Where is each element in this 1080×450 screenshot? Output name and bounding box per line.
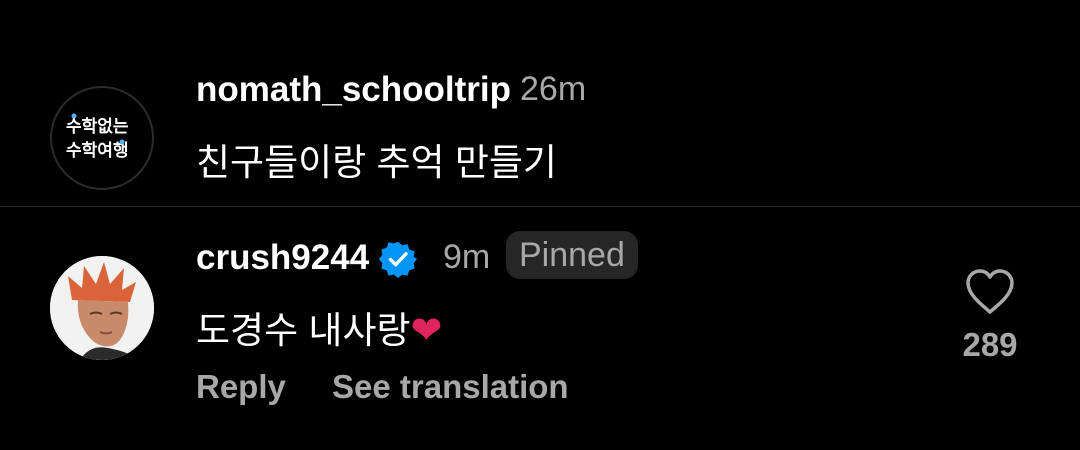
caption-avatar[interactable]: 수학없는 수학여행 xyxy=(50,86,154,190)
divider xyxy=(0,206,1080,207)
comment-text: 도경수 내사랑 xyxy=(196,310,411,351)
profile-photo-icon xyxy=(50,256,154,360)
reply-button[interactable]: Reply xyxy=(196,368,286,406)
heart-outline-icon[interactable] xyxy=(964,268,1016,316)
caption-row: 수학없는 수학여행 nomath_schooltrip 26m 친구들이랑 추억… xyxy=(0,0,1080,206)
nomath-logo-icon: 수학없는 수학여행 xyxy=(66,113,129,161)
caption-username[interactable]: nomath_schooltrip xyxy=(196,70,511,110)
logo-line-1: 수학없는 xyxy=(66,117,129,137)
comment-avatar[interactable] xyxy=(50,256,154,360)
comment-text-row: 도경수 내사랑❤ xyxy=(196,300,442,354)
comment-username[interactable]: crush9244 xyxy=(196,238,369,278)
logo-line-2: 수학여행 xyxy=(66,141,129,161)
red-heart-emoji-icon: ❤ xyxy=(410,310,443,352)
pinned-badge: Pinned xyxy=(506,231,638,279)
like-count: 289 xyxy=(962,326,1018,363)
comment-time: 9m xyxy=(443,238,491,276)
caption-text: 친구들이랑 추억 만들기 xyxy=(196,142,557,183)
see-translation-button[interactable]: See translation xyxy=(332,368,569,406)
caption-time: 26m xyxy=(520,70,587,108)
verified-badge-icon xyxy=(379,241,417,278)
